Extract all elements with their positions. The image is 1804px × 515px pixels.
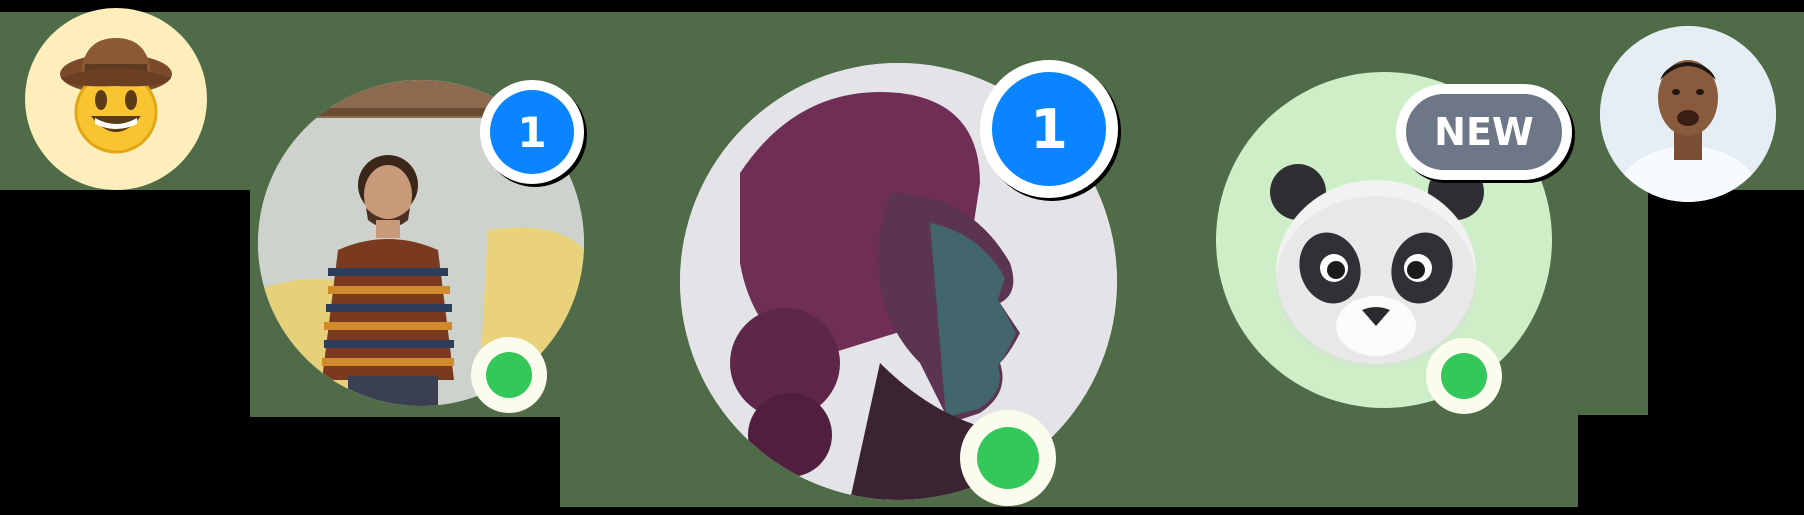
avatar-man-smiling[interactable] [1600,26,1776,202]
online-status-indicator [960,410,1056,506]
online-status-indicator [1426,338,1502,414]
avatar-cowboy-emoji[interactable] [25,8,207,190]
new-badge: NEW [1396,84,1572,180]
photo-icon [1600,26,1776,202]
online-dot [1441,353,1487,399]
online-dot [486,352,532,398]
cowboy-emoji-icon [60,38,172,154]
unread-count-badge: 1 [480,80,584,184]
online-dot [977,427,1039,489]
online-status-indicator [471,337,547,413]
unread-count-badge: 1 [980,60,1118,198]
avatar-showcase: 1 1 NEW [0,0,1804,515]
background-band-right-mid [1578,190,1648,415]
